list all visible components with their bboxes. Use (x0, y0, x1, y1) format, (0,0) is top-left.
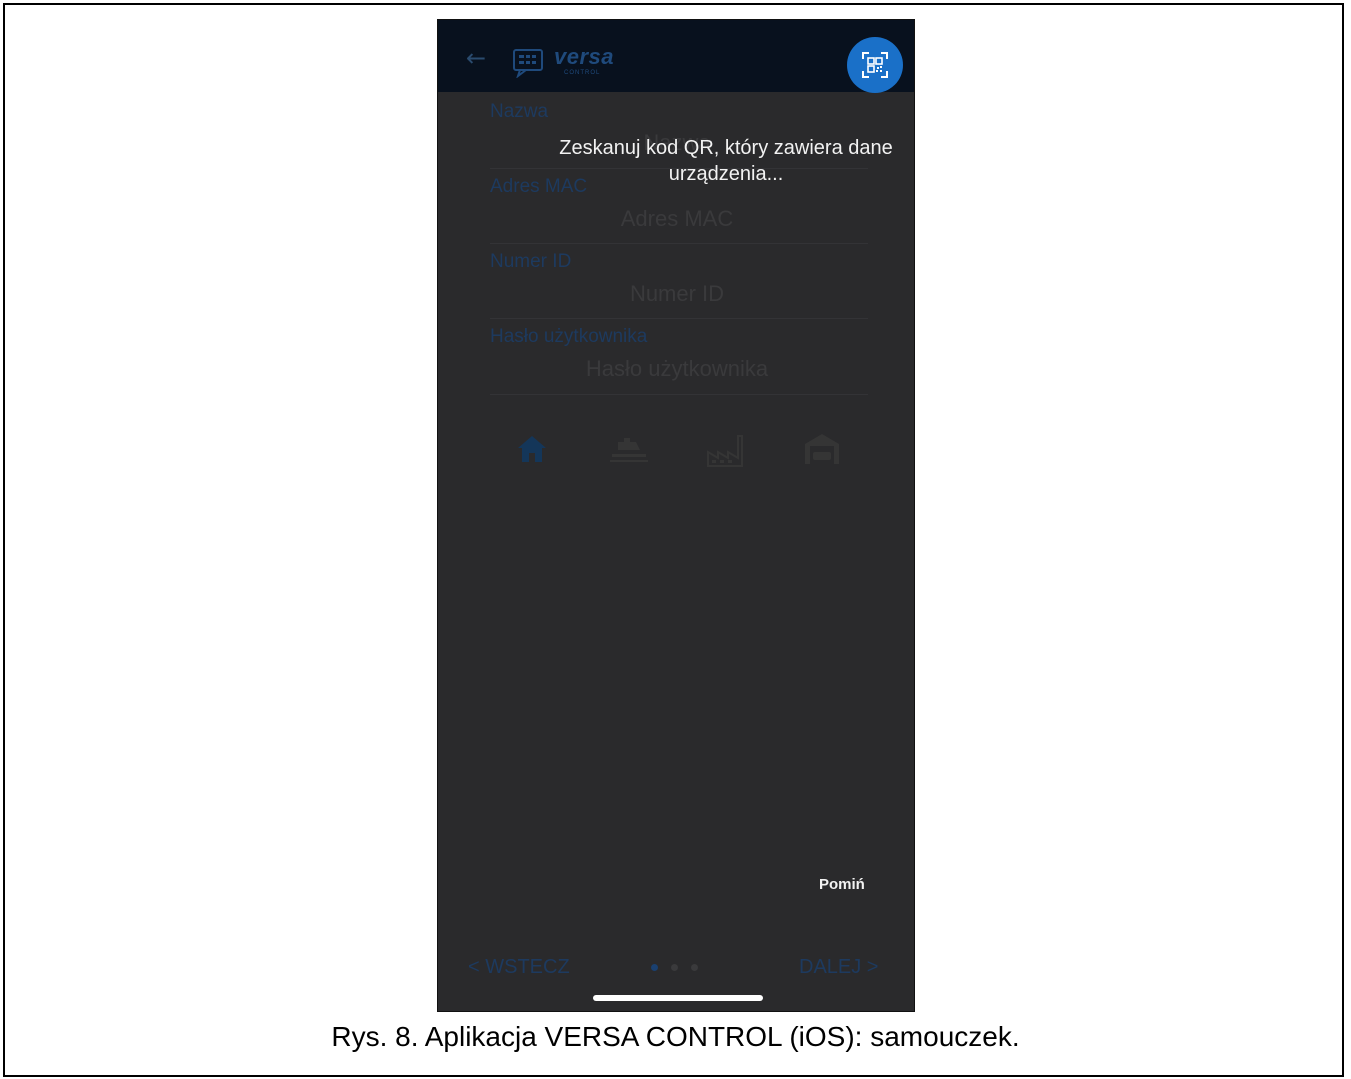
logo-subtext: CONTROL (564, 70, 601, 76)
mac-field-divider (490, 243, 868, 244)
password-field-input[interactable]: Hasło użytkownika (438, 356, 914, 382)
password-field-divider (490, 394, 868, 395)
top-bar: ← versa CONTROL (438, 20, 914, 93)
keypad-logo-icon (513, 49, 543, 78)
id-field-divider (490, 318, 868, 319)
mac-field-input[interactable]: Adres MAC (438, 206, 914, 232)
boat-icon[interactable] (608, 430, 650, 466)
qr-tooltip: Zeskanuj kod QR, który zawiera dane urzą… (526, 135, 914, 187)
page-dot-2 (671, 964, 678, 971)
id-field-label: Numer ID (490, 251, 572, 272)
garage-icon[interactable] (802, 430, 842, 466)
back-button[interactable]: < WSTECZ (468, 956, 570, 979)
qr-code-icon (862, 52, 888, 78)
tooltip-line-2: urządzenia... (668, 163, 784, 185)
name-field-label: Nazwa (490, 101, 549, 122)
arrow-left-icon[interactable]: ← (466, 46, 488, 70)
home-indicator (593, 995, 763, 1001)
figure-caption: Rys. 8. Aplikacja VERSA CONTROL (iOS): s… (331, 1021, 1020, 1052)
password-field-label: Hasło użytkownika (490, 326, 648, 347)
object-type-selector (438, 430, 914, 480)
page-indicator (649, 964, 709, 974)
page-dot-3 (691, 964, 698, 971)
logo-text: versa (554, 44, 615, 69)
page-dot-1 (651, 964, 658, 971)
tooltip-line-1: Zeskanuj kod QR, który zawiera dane (559, 137, 893, 159)
phone-screen: ← versa CONTROL Nazwa Nazwa Adres MAC Ad… (437, 19, 915, 1012)
factory-icon[interactable] (704, 430, 746, 470)
skip-button[interactable]: Pomiń (819, 876, 865, 893)
id-field-input[interactable]: Numer ID (438, 281, 914, 307)
app-logo: versa CONTROL (512, 44, 632, 80)
next-button[interactable]: DALEJ > (799, 956, 878, 979)
home-icon[interactable] (514, 430, 550, 466)
qr-scan-button[interactable] (847, 37, 903, 93)
